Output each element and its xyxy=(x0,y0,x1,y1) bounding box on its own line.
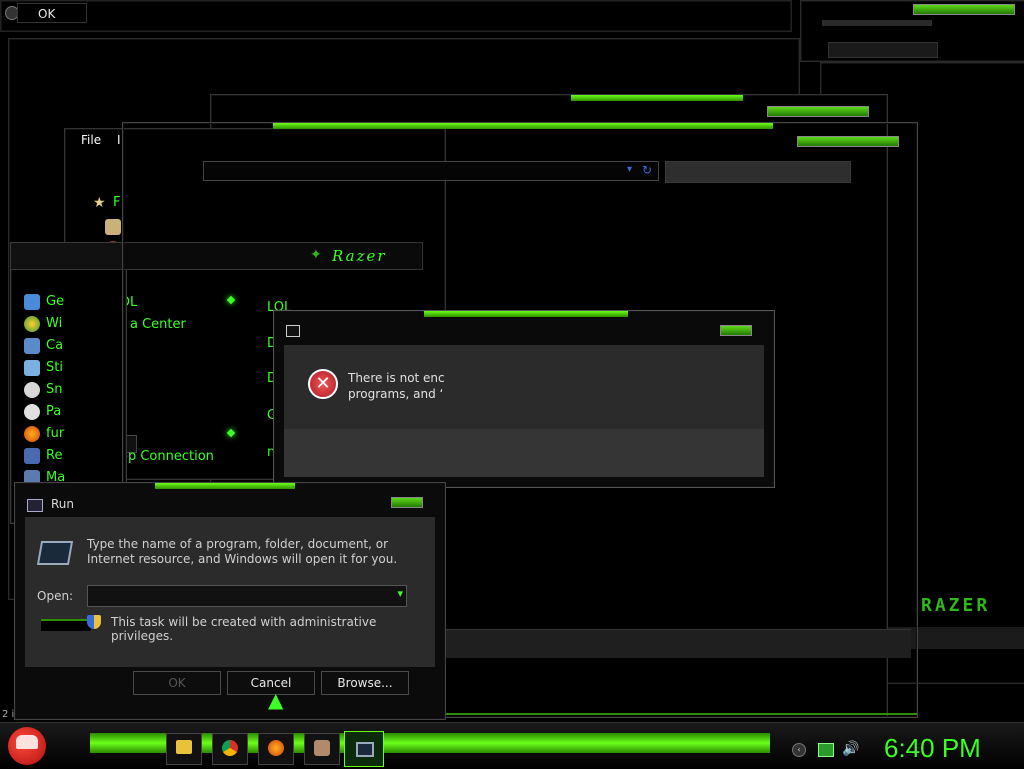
network-tray-icon[interactable] xyxy=(818,743,834,757)
favorites-star-icon: ★ xyxy=(93,195,106,211)
run-taskbar-icon xyxy=(356,742,374,757)
refresh-icon[interactable]: ↻ xyxy=(642,163,652,177)
run-dialog: Run Type the name of a program, folder, … xyxy=(14,482,446,720)
open-combobox[interactable]: ▾ xyxy=(87,585,407,607)
run-body: Type the name of a program, folder, docu… xyxy=(25,517,435,667)
razer-logo-right: RAZER xyxy=(921,595,991,616)
start-item-remote[interactable]: Re xyxy=(46,446,62,466)
run-icon xyxy=(36,541,74,565)
ok-button-top[interactable]: OK xyxy=(17,3,87,23)
admin-note: This task will be created with administr… xyxy=(111,615,377,643)
top-left-window: OK xyxy=(0,0,792,32)
start-item-paint[interactable]: Pa xyxy=(46,402,61,422)
getting-started-icon xyxy=(24,294,40,310)
media-window-controls[interactable] xyxy=(767,106,869,117)
bar-fragment-2 xyxy=(828,42,938,58)
main-frame-controls[interactable] xyxy=(797,136,899,147)
firefox-taskbar-icon xyxy=(268,740,284,756)
tray-arrow-icon[interactable]: ‹ xyxy=(792,743,806,757)
menu-file[interactable]: File xyxy=(81,133,101,147)
ok-button[interactable]: OK xyxy=(133,671,221,695)
chrome-icon xyxy=(222,740,238,756)
start-button[interactable] xyxy=(8,727,46,765)
error-icon: ✕ xyxy=(308,369,338,399)
calculator-icon xyxy=(24,338,40,354)
run-close-control[interactable] xyxy=(391,497,423,508)
error-message-line2: programs, and ‘ xyxy=(348,387,444,401)
main-frame-accent xyxy=(273,123,773,129)
sticky-notes-icon xyxy=(24,360,40,376)
progress-strip xyxy=(41,619,91,631)
error-dialog: ✕ There is not enc programs, and ‘ xyxy=(273,310,775,488)
browse-button[interactable]: Browse... xyxy=(321,671,409,695)
bar-fragment xyxy=(822,20,932,26)
media-window-accent xyxy=(571,95,743,101)
taskbar-left-text: 2 i xyxy=(2,709,15,720)
taskbar-app-run[interactable] xyxy=(344,731,384,767)
games-icon xyxy=(314,740,330,756)
start-item-firefox[interactable]: fur xyxy=(46,424,64,444)
address-bar[interactable]: ▾ ↻ xyxy=(203,161,659,181)
shield-icon xyxy=(87,615,101,629)
taskbar: 2 i ‹ 🔊 6:40 PM xyxy=(0,709,1024,769)
paint-icon xyxy=(24,404,40,420)
run-title: Run xyxy=(51,497,75,511)
folder-icon xyxy=(105,219,121,235)
window-controls[interactable] xyxy=(913,4,1015,15)
favorites-label[interactable]: F xyxy=(113,195,120,210)
angry-bird-icon xyxy=(16,735,38,749)
combobox-arrow-icon[interactable]: ▾ xyxy=(397,587,403,600)
error-footer xyxy=(284,429,764,477)
address-dropdown-icon[interactable]: ▾ xyxy=(627,164,632,175)
taskbar-app-games[interactable] xyxy=(304,733,340,765)
windows-icon xyxy=(24,316,40,332)
error-dialog-accent xyxy=(424,311,628,317)
start-item-calculator[interactable]: Ca xyxy=(46,336,63,356)
volume-icon[interactable]: 🔊 xyxy=(842,741,859,757)
start-menu-header xyxy=(11,243,126,270)
remote-icon xyxy=(24,448,40,464)
open-label: Open: xyxy=(37,589,74,603)
start-item-getting-started[interactable]: Ge xyxy=(46,292,64,312)
error-close-control[interactable] xyxy=(720,325,752,336)
error-body: ✕ There is not enc programs, and ‘ xyxy=(284,345,764,429)
start-item-sticky[interactable]: Sti xyxy=(46,358,63,378)
taskbar-app-explorer[interactable] xyxy=(166,733,202,765)
taskbar-app-chrome[interactable] xyxy=(212,733,248,765)
start-item-windows[interactable]: Wi xyxy=(46,314,62,334)
error-title-icon xyxy=(286,325,300,337)
open-input[interactable] xyxy=(90,587,384,605)
explorer-icon xyxy=(176,740,192,754)
snipping-icon xyxy=(24,382,40,398)
search-box[interactable] xyxy=(665,161,851,183)
firefox-icon xyxy=(24,426,40,442)
error-message-line1: There is not enc xyxy=(348,371,445,385)
run-description: Type the name of a program, folder, docu… xyxy=(87,537,398,566)
run-title-icon xyxy=(27,499,43,512)
clock[interactable]: 6:40 PM xyxy=(884,733,981,764)
menu-other[interactable]: I xyxy=(117,133,121,147)
start-item-snipping[interactable]: Sn xyxy=(46,380,63,400)
run-dialog-accent xyxy=(155,483,295,489)
taskbar-app-firefox[interactable] xyxy=(258,733,294,765)
razer-cursor-icon: ▲ xyxy=(268,688,284,712)
